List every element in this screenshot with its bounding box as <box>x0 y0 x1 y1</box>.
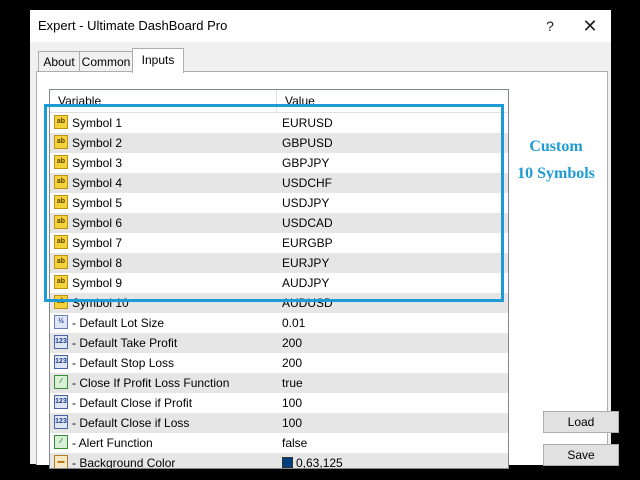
value-cell[interactable]: AUDJPY <box>282 273 329 293</box>
ab-string-icon: ab <box>54 275 68 289</box>
column-header-variable[interactable]: Variable <box>50 90 277 112</box>
fraction-icon: ½ <box>54 315 68 329</box>
value-cell[interactable]: true <box>282 373 303 393</box>
grid-row[interactable]: 123 - Default Close if Profit 100 <box>50 393 508 413</box>
variable-cell: Symbol 3 <box>72 156 123 170</box>
value-cell[interactable]: 200 <box>282 353 302 373</box>
value-cell[interactable]: USDCHF <box>282 173 332 193</box>
ab-string-icon: ab <box>54 115 68 129</box>
ab-string-icon: ab <box>54 155 68 169</box>
inputs-grid[interactable]: Variable Value ab Symbol 1 EURUSD ab Symbol … <box>49 89 509 469</box>
variable-cell: - Background Color <box>72 456 176 469</box>
ab-string-icon: ab <box>54 175 68 189</box>
value-cell[interactable]: 100 <box>282 413 302 433</box>
variable-cell: Symbol 1 <box>72 116 123 130</box>
value-cell[interactable]: EURGBP <box>282 233 333 253</box>
color-swatch[interactable] <box>282 457 293 468</box>
integer-icon: 123 <box>54 415 68 429</box>
annotation-line-1: Custom <box>529 138 583 155</box>
variable-cell: - Default Lot Size <box>72 316 165 330</box>
variable-cell: - Default Close if Profit <box>72 396 193 410</box>
ab-string-icon: ab <box>54 195 68 209</box>
grid-header: Variable Value <box>50 90 508 113</box>
close-button[interactable]: ✕ <box>578 15 602 37</box>
ab-string-icon: ab <box>54 235 68 249</box>
grid-row[interactable]: ½ - Default Lot Size 0.01 <box>50 313 508 333</box>
tab-about[interactable]: About <box>38 51 80 72</box>
value-cell[interactable]: USDCAD <box>282 213 333 233</box>
bool-icon: ⁄ <box>54 435 68 449</box>
variable-cell: - Default Stop Loss <box>72 356 175 370</box>
grid-row[interactable]: ab Symbol 8 EURJPY <box>50 253 508 273</box>
annotation-line-2: 10 Symbols <box>517 165 595 182</box>
dialog-window: Expert - Ultimate DashBoard Pro ? ✕ Abou… <box>30 10 619 469</box>
grid-rows: ab Symbol 1 EURUSD ab Symbol 2 GBPUSD ab Symbol… <box>50 113 508 469</box>
variable-cell: Symbol 5 <box>72 196 123 210</box>
ab-string-icon: ab <box>54 255 68 269</box>
grid-row[interactable]: ab Symbol 2 GBPUSD <box>50 133 508 153</box>
value-cell[interactable]: 0,63,125 <box>282 453 343 469</box>
value-cell[interactable]: 0.01 <box>282 313 305 333</box>
value-cell[interactable]: AUDUSD <box>282 293 333 313</box>
variable-cell: Symbol 2 <box>72 136 123 150</box>
value-cell[interactable]: 100 <box>282 393 302 413</box>
tab-inputs[interactable]: Inputs <box>132 48 184 73</box>
tab-common[interactable]: Common <box>79 51 133 72</box>
color-icon: ▬ <box>54 455 68 468</box>
integer-icon: 123 <box>54 395 68 409</box>
variable-cell: - Default Close if Loss <box>72 416 190 430</box>
grid-row[interactable]: ab Symbol 7 EURGBP <box>50 233 508 253</box>
bool-icon: ⁄ <box>54 375 68 389</box>
custom-symbols-annotation: Custom 10 Symbols <box>508 133 604 187</box>
ab-string-icon: ab <box>54 295 68 309</box>
variable-cell: - Close If Profit Loss Function <box>72 376 230 390</box>
ab-string-icon: ab <box>54 215 68 229</box>
grid-row[interactable]: ab Symbol 4 USDCHF <box>50 173 508 193</box>
color-value-text: 0,63,125 <box>296 456 343 469</box>
inputs-panel: Variable Value ab Symbol 1 EURUSD ab Symbol … <box>36 71 608 469</box>
grid-row[interactable]: ⁄ - Close If Profit Loss Function true <box>50 373 508 393</box>
value-cell[interactable]: GBPJPY <box>282 153 329 173</box>
title-bar: Expert - Ultimate DashBoard Pro ? ✕ <box>30 10 611 42</box>
grid-row[interactable]: ab Symbol 10 AUDUSD <box>50 293 508 313</box>
integer-icon: 123 <box>54 335 68 349</box>
grid-row[interactable]: ab Symbol 5 USDJPY <box>50 193 508 213</box>
grid-row[interactable]: ab Symbol 6 USDCAD <box>50 213 508 233</box>
tab-bar: About Common Inputs <box>36 48 606 73</box>
variable-cell: Symbol 7 <box>72 236 123 250</box>
load-button[interactable]: Load <box>543 411 619 433</box>
grid-row[interactable]: 123 - Default Stop Loss 200 <box>50 353 508 373</box>
column-header-value[interactable]: Value <box>277 90 508 112</box>
grid-row[interactable]: ab Symbol 9 AUDJPY <box>50 273 508 293</box>
window-title: Expert - Ultimate DashBoard Pro <box>38 18 228 33</box>
value-cell[interactable]: false <box>282 433 307 453</box>
value-cell[interactable]: USDJPY <box>282 193 329 213</box>
variable-cell: - Default Take Profit <box>72 336 178 350</box>
value-cell[interactable]: 200 <box>282 333 302 353</box>
save-button[interactable]: Save <box>543 444 619 466</box>
help-button[interactable]: ? <box>538 15 562 37</box>
ab-string-icon: ab <box>54 135 68 149</box>
grid-row[interactable]: 123 - Default Close if Loss 100 <box>50 413 508 433</box>
variable-cell: Symbol 4 <box>72 176 123 190</box>
variable-cell: Symbol 6 <box>72 216 123 230</box>
variable-cell: Symbol 8 <box>72 256 123 270</box>
grid-row[interactable]: ▬ - Background Color 0,63,125 <box>50 453 508 469</box>
integer-icon: 123 <box>54 355 68 369</box>
grid-row[interactable]: ⁄ - Alert Function false <box>50 433 508 453</box>
value-cell[interactable]: EURJPY <box>282 253 329 273</box>
value-cell[interactable]: EURUSD <box>282 113 333 133</box>
grid-row[interactable]: ab Symbol 1 EURUSD <box>50 113 508 133</box>
variable-cell: Symbol 10 <box>72 296 129 310</box>
grid-row[interactable]: ab Symbol 3 GBPJPY <box>50 153 508 173</box>
grid-row[interactable]: 123 - Default Take Profit 200 <box>50 333 508 353</box>
value-cell[interactable]: GBPUSD <box>282 133 333 153</box>
variable-cell: - Alert Function <box>72 436 153 450</box>
variable-cell: Symbol 9 <box>72 276 123 290</box>
